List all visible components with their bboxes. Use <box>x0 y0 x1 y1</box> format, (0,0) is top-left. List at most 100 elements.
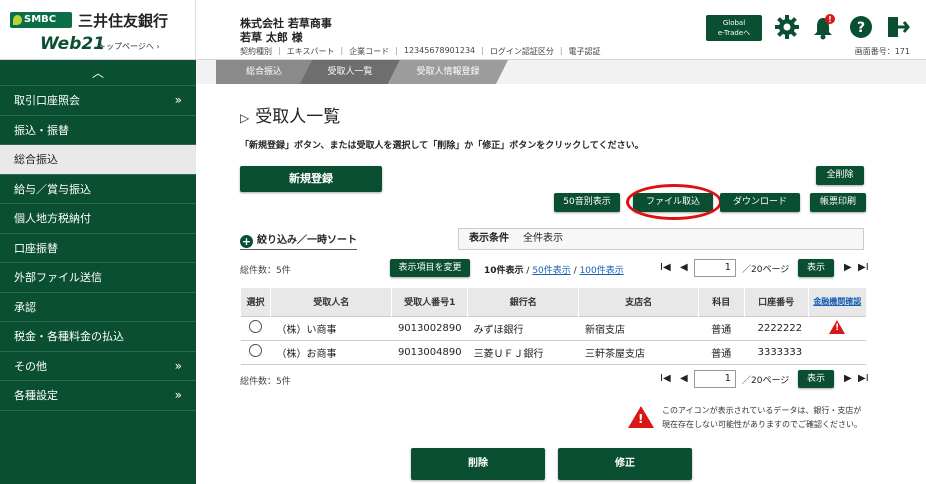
sidebar-item-label: 税金・各種料金の払込 <box>14 330 124 343</box>
leaf-icon <box>13 15 22 25</box>
show-page-button[interactable]: 表示 <box>798 259 834 277</box>
breadcrumb-step-payee-register: 受取人情報登録 <box>388 60 508 84</box>
col-payee-name: 受取人名 <box>269 288 392 316</box>
breadcrumb: 総合振込 受取人一覧 受取人情報登録 <box>196 60 926 84</box>
sidebar-item-other[interactable]: その他 » <box>0 352 196 381</box>
first-page-icon[interactable]: I◀ <box>660 373 671 384</box>
filter-link-label: 絞り込み／一時ソート <box>257 235 357 246</box>
delete-button[interactable]: 削除 <box>411 448 545 480</box>
table-row[interactable]: （株）い商事 9013002890 みずほ銀行 新宿支店 普通 2222222 … <box>240 315 866 341</box>
next-page-icon[interactable]: ▶ <box>844 262 852 273</box>
global-btn-line2: e-Tradeへ <box>717 29 751 37</box>
sidebar-item-label: 個人地方税納付 <box>14 212 91 225</box>
gear-icon[interactable] <box>774 14 800 40</box>
col-account-number: 口座番号 <box>743 288 809 316</box>
logo-area[interactable]: SMBC 三井住友銀行 Web21 トップページへ › <box>0 0 196 60</box>
breadcrumb-step-bulk-transfer[interactable]: 総合振込 <box>216 60 312 84</box>
chevron-right-icon: » <box>174 388 182 402</box>
notification-badge: ! <box>828 15 832 24</box>
delete-all-button[interactable]: 全削除 <box>816 166 864 185</box>
warning-icon: ! <box>829 319 846 334</box>
page-number-input[interactable]: 1 <box>694 259 736 277</box>
first-page-icon[interactable]: I◀ <box>660 262 671 273</box>
sidebar-item-label: 給与／賞与振込 <box>14 182 91 196</box>
pager-bottom: 総件数：5件 I◀ ◀ 1 ／20ページ 表示 ▶ ▶I <box>240 369 869 391</box>
sidebar-item-label: 振込・振替 <box>14 123 69 137</box>
payee-name-cell: （株）お商事 <box>270 339 392 365</box>
global-etrade-button[interactable]: Global e-Tradeへ <box>706 15 762 41</box>
page-title: ▷ 受取人一覧 <box>240 102 340 127</box>
sidebar: ︿ 取引口座照会 » 振込・振替 総合振込 給与／賞与振込 個人地方税納付 口座振… <box>0 60 196 484</box>
last-page-icon[interactable]: ▶I <box>858 373 869 384</box>
payee-name-cell: （株）い商事 <box>270 315 392 341</box>
kana-order-button[interactable]: 50音別表示 <box>554 193 620 212</box>
condition-value: 全件表示 <box>523 233 563 244</box>
bell-icon[interactable]: ! <box>810 14 836 40</box>
warning-note: ! このアイコンが表示されているデータは、銀行・支店が現在存在しない可能性があり… <box>628 404 868 432</box>
highlight-ring <box>626 184 722 220</box>
show-page-button[interactable]: 表示 <box>798 370 834 388</box>
last-page-icon[interactable]: ▶I <box>858 262 869 273</box>
display-condition: 表示条件 全件表示 <box>458 228 864 250</box>
prev-page-icon[interactable]: ◀ <box>680 373 688 384</box>
bank-name-cell: 三菱ＵＦＪ銀行 <box>467 339 579 365</box>
sidebar-collapse-toggle[interactable]: ︿ <box>0 60 196 86</box>
sidebar-item-local-tax[interactable]: 個人地方税納付 <box>0 204 196 234</box>
col-bank-name: 銀行名 <box>467 288 579 316</box>
svg-text:?: ? <box>857 20 865 36</box>
sidebar-item-label: 各種設定 <box>14 389 58 402</box>
sidebar-item-bulk-transfer[interactable]: 総合振込 <box>0 145 196 175</box>
modify-button[interactable]: 修正 <box>558 448 692 480</box>
sidebar-item-label: 取引口座照会 <box>14 94 80 107</box>
account-type-cell: 普通 <box>698 315 745 341</box>
per-page-100-link[interactable]: 100件表示 <box>580 266 624 276</box>
col-bank-check[interactable]: 金融機関確認 <box>807 288 866 316</box>
total-count: 総件数：5件 <box>240 266 291 276</box>
triangle-icon: ▷ <box>240 111 250 125</box>
condition-label: 表示条件 <box>469 233 509 244</box>
sidebar-item-settings[interactable]: 各種設定 » <box>0 381 196 411</box>
sidebar-item-tax-payment[interactable]: 税金・各種料金の払込 <box>0 322 196 352</box>
sidebar-item-label: その他 <box>14 359 47 373</box>
per-page-50-link[interactable]: 50件表示 <box>532 266 570 276</box>
info-label: ログイン認証区分 <box>489 47 554 56</box>
chevron-right-icon: » <box>174 93 182 107</box>
top-page-link[interactable]: トップページへ › <box>98 41 160 52</box>
warning-mark: ! <box>638 412 644 426</box>
sidebar-item-account-inquiry[interactable]: 取引口座照会 » <box>0 86 196 116</box>
screen-number: 画面番号：171 <box>854 47 910 56</box>
logout-icon[interactable] <box>884 14 910 40</box>
info-value: エキスパート <box>286 47 335 56</box>
plus-icon: + <box>240 235 253 248</box>
chevron-right-icon: » <box>174 358 182 373</box>
per-page-current: 10件表示 <box>484 266 524 276</box>
filter-sort-link[interactable]: + 絞り込み／一時ソート <box>240 231 357 250</box>
branch-name-cell: 三軒茶屋支店 <box>578 339 699 365</box>
info-value: 電子認証 <box>568 47 601 56</box>
download-button[interactable]: ダウンロード <box>720 193 800 212</box>
info-value: 12345678901234 <box>403 46 476 55</box>
warning-note-text: このアイコンが表示されているデータは、銀行・支店が現在存在しない可能性があります… <box>662 406 862 429</box>
sidebar-item-approval[interactable]: 承認 <box>0 293 196 322</box>
sidebar-item-transfer[interactable]: 振込・振替 <box>0 116 196 145</box>
prev-page-icon[interactable]: ◀ <box>680 262 688 273</box>
smbc-logo: SMBC <box>10 12 72 28</box>
page-number-input[interactable]: 1 <box>694 370 736 388</box>
main-content: ▷ 受取人一覧 「新規登録」ボタン、または受取人を選択して「削除」か「修正」ボタン… <box>196 84 926 484</box>
print-report-button[interactable]: 帳票印刷 <box>810 193 866 212</box>
next-page-icon[interactable]: ▶ <box>844 373 852 384</box>
sidebar-item-salary-transfer[interactable]: 給与／賞与振込 <box>0 175 196 204</box>
logo-mark-text: SMBC <box>24 14 57 25</box>
table-row[interactable]: （株）お商事 9013004890 三菱ＵＦＪ銀行 三軒茶屋支店 普通 3333… <box>240 339 866 365</box>
branch-name-cell: 新宿支店 <box>578 315 699 341</box>
instruction-text: 「新規登録」ボタン、または受取人を選択して「削除」か「修正」ボタンをクリックして… <box>240 141 644 151</box>
row-select-radio[interactable] <box>248 344 262 357</box>
row-select-radio[interactable] <box>248 320 262 333</box>
sidebar-item-direct-debit[interactable]: 口座振替 <box>0 234 196 263</box>
page-total: ／20ページ <box>742 376 790 386</box>
new-register-button[interactable]: 新規登録 <box>240 166 382 192</box>
help-icon[interactable]: ? <box>848 14 874 40</box>
sidebar-item-external-file[interactable]: 外部ファイル送信 <box>0 263 196 293</box>
change-columns-button[interactable]: 表示項目を変更 <box>390 259 470 277</box>
account-number-cell: 2222222 <box>744 315 809 341</box>
